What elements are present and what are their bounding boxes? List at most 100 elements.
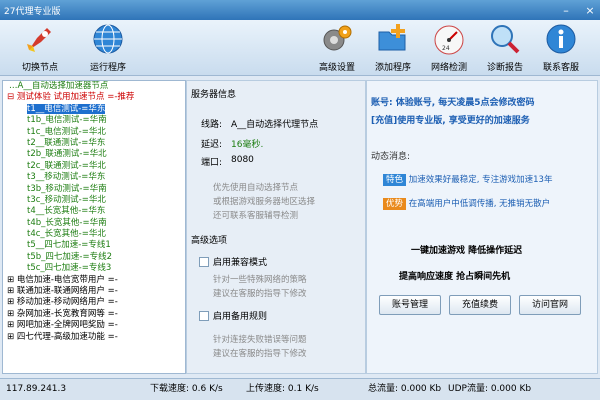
advanced-section-title: 高级选项 [191, 236, 228, 246]
backup-hint-2: 建议在客服的指导下修改 [213, 349, 307, 359]
server-panel: 服务器信息 线路: A__自动选择代理节点 延迟: 16毫秒. 端口: 8080… [186, 80, 366, 374]
switch-node-button[interactable]: 切换节点 [12, 22, 68, 73]
compat-hint-2: 建议在客服的指导下修改 [213, 289, 307, 299]
node-tree[interactable]: …A__自动选择加速器节点 ⊟ 测试体验 试用加速节点 =-推荐 t1__电信测试-… [2, 80, 186, 374]
tree-node[interactable]: t5b_四七加速-=专线2 [5, 252, 185, 263]
udp-traffic: UDP流量: 0.000 Kb [448, 384, 532, 394]
news-item-1[interactable]: 特色 加速效果好最稳定, 专注游戏加速13年 [383, 173, 552, 186]
tree-node-label: t5b_四七加速-=专线2 [27, 251, 112, 262]
advanced-settings-label: 高级设置 [318, 63, 355, 73]
tree-node[interactable]: t1c_电信测试-=华北 [5, 127, 185, 138]
run-program-button[interactable]: 运行程序 [80, 22, 136, 73]
diagnose-report-label: 诊断报告 [486, 63, 523, 73]
tree-node-label: t5__四七加速-=专线1 [27, 240, 111, 251]
expand-icon[interactable]: ⊞ [7, 297, 17, 307]
account-panel: 账号: 体验账号, 每天凌晨5点会修改密码 [充值]使用专业版, 享受更好的加速… [366, 80, 598, 374]
add-program-label: 添加程序 [374, 63, 411, 73]
tree-node[interactable]: t5__四七加速-=专线1 [5, 240, 185, 251]
tree-node[interactable]: t3c_移动测试-=华北 [5, 195, 185, 206]
tree-node[interactable]: ⊞ 电信加速-电信宽带用户 =- [5, 275, 185, 286]
expand-icon[interactable]: ⊞ [7, 275, 17, 285]
minimize-button[interactable]: – [558, 4, 574, 17]
checkbox-box[interactable] [199, 310, 209, 321]
recharge-button[interactable]: 充值续费 [449, 295, 511, 315]
tree-node[interactable]: ⊞ 网吧加速-全牌网吧奖励 =- [5, 320, 185, 331]
tree-node[interactable]: ⊞ 移动加速-移动网络用户 =- [5, 297, 185, 308]
backup-rules-checkbox[interactable]: 启用备用规则 [199, 309, 267, 322]
tree-node[interactable]: …A__自动选择加速器节点 [5, 81, 185, 92]
slogan-2: 提高响应速度 抢占瞬间先机 [399, 272, 511, 282]
tree-node-label: t3__移动测试-=华东 [27, 172, 106, 183]
speedometer-icon: 24 [432, 22, 466, 56]
add-program-button[interactable]: 添加程序 [365, 22, 421, 73]
delay-label: 延迟: [201, 140, 223, 150]
server-hint-3: 还可联系客服辅导检测 [213, 211, 299, 221]
advanced-settings-button[interactable]: 高级设置 [309, 22, 365, 73]
expand-icon[interactable]: ⊞ [7, 286, 17, 296]
server-hint-1: 优先使用自动选择节点 [213, 183, 299, 193]
tree-node[interactable]: t3__移动测试-=华东 [5, 172, 185, 183]
network-check-button[interactable]: 24 网络检测 [421, 22, 477, 73]
status-bar: 117.89.241.3 下载速度: 0.6 K/s 上传速度: 0.1 K/s… [0, 378, 600, 400]
tree-node[interactable]: ⊞ 联通加速-联通网络用户 =- [5, 286, 185, 297]
expand-icon[interactable]: ⊞ [7, 309, 17, 319]
close-button[interactable]: × [582, 4, 598, 17]
tree-node-label: t3c_移动测试-=华北 [27, 194, 106, 205]
tree-node-label: t5c_四七加速-=专线3 [27, 263, 112, 274]
tree-node[interactable]: t4b_长宽其他-=华南 [5, 218, 185, 229]
tree-node[interactable]: t1b_电信测试-=华南 [5, 115, 185, 126]
backup-rules-label: 启用备用规则 [213, 312, 268, 322]
news-item-2[interactable]: 优势 在高端用户中低调传播, 无推销无散户 [383, 197, 550, 210]
expand-icon[interactable]: ⊞ [7, 320, 17, 330]
tree-node-label: t1b_电信测试-=华南 [27, 115, 107, 126]
collapse-icon[interactable]: ⊟ [7, 92, 17, 102]
tree-node[interactable]: t3b_移动测试-=华南 [5, 184, 185, 195]
visit-site-button[interactable]: 访问官网 [519, 295, 581, 315]
tree-node-label: 杂网加速-长宽教育网等 =- [16, 308, 118, 319]
tree-node-label: t2c_联通测试-=华北 [27, 160, 106, 171]
tree-node-label: t4b_长宽其他-=华南 [27, 217, 107, 228]
tree-node[interactable]: ⊞ 四七代理-高级加速功能 =- [5, 332, 185, 343]
tree-node-label: 移动加速-移动网络用户 =- [16, 297, 118, 308]
tree-node[interactable]: t5c_四七加速-=专线3 [5, 263, 185, 274]
tree-node[interactable]: t4__长宽其他-=华东 [5, 206, 185, 217]
delay-value: 16毫秒. [231, 140, 264, 150]
advantage-tag: 优势 [383, 198, 407, 210]
folder-add-icon [376, 22, 410, 56]
contact-support-button[interactable]: 联系客服 [533, 22, 589, 73]
tree-node[interactable]: t2b_联通测试-=华北 [5, 149, 185, 160]
tree-node[interactable]: t4c_长宽其他-=华北 [5, 229, 185, 240]
expand-icon[interactable]: ⊞ [7, 332, 17, 342]
rocket-icon [23, 22, 57, 56]
account-manage-button[interactable]: 账号管理 [379, 295, 441, 315]
tree-node-label: t1c_电信测试-=华北 [27, 126, 106, 137]
tree-node-label: t3b_移动测试-=华南 [27, 183, 107, 194]
run-program-label: 运行程序 [89, 63, 126, 73]
tree-node-label: t4c_长宽其他-=华北 [27, 229, 106, 240]
tree-node-label: 网吧加速-全牌网吧奖励 =- [16, 320, 118, 331]
server-hint-2: 或根据游戏服务器地区选择 [213, 197, 316, 207]
tree-node-label: t1__电信测试-=华东 [27, 103, 106, 114]
port-value: 8080 [231, 155, 254, 165]
checkbox-box[interactable] [199, 256, 209, 267]
tree-node[interactable]: ⊟ 测试体验 试用加速节点 =-推荐 [5, 92, 185, 103]
window-title: 27代理专业版 [4, 6, 61, 17]
diagnose-report-button[interactable]: 诊断报告 [477, 22, 533, 73]
tree-node[interactable]: t2__联通测试-=华东 [5, 138, 185, 149]
compat-mode-checkbox[interactable]: 启用兼容模式 [199, 255, 267, 268]
tree-node[interactable]: t2c_联通测试-=华北 [5, 161, 185, 172]
news-title: 动态消息: [371, 152, 411, 162]
recharge-link[interactable]: [充值]使用专业版, 享受更好的加速服务 [371, 113, 530, 126]
magnifier-icon [488, 22, 522, 56]
globe-icon [91, 22, 125, 56]
gear-icon [320, 22, 354, 56]
tree-node[interactable]: ⊞ 杂网加速-长宽教育网等 =- [5, 309, 185, 320]
upload-speed: 上传速度: 0.1 K/s [246, 384, 319, 394]
tree-node[interactable]: t1__电信测试-=华东 [5, 103, 185, 115]
expand-icon[interactable]: … [9, 81, 18, 91]
line-label: 线路: [201, 120, 223, 130]
title-bar: 27代理专业版 – × [0, 0, 600, 20]
tree-node-label: 电信加速-电信宽带用户 =- [16, 274, 118, 285]
news-item-2-text: 在高端用户中低调传播, 无推销无散户 [408, 199, 551, 209]
contact-support-label: 联系客服 [542, 63, 579, 73]
